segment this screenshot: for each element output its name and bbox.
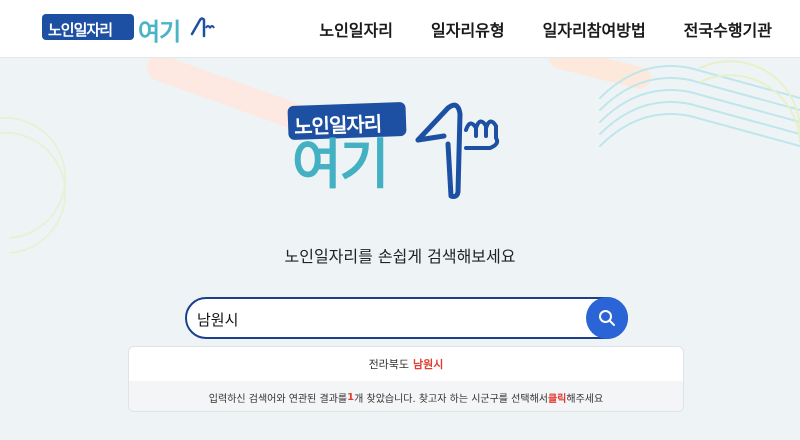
pointing-finger-icon <box>190 17 215 38</box>
search-bar <box>185 297 628 339</box>
logo-box: 노인일자리 <box>42 14 134 40</box>
header: 노인일자리 여기 노인일자리 일자리유형 일자리참여방법 전국수행기관 <box>0 0 800 58</box>
result-item[interactable]: 전라북도 남원시 <box>129 347 683 381</box>
result-city: 남원시 <box>413 358 444 371</box>
search-results: 전라북도 남원시 입력하신 검색어와 연관된 결과를 1 개 찾았습니다. 찾고… <box>128 346 684 412</box>
search-tagline: 노인일자리를 손쉽게 검색해보세요 <box>284 247 516 266</box>
nav-item-job-types[interactable]: 일자리유형 <box>431 17 505 41</box>
nav-item-senior-jobs[interactable]: 노인일자리 <box>319 17 393 41</box>
site-logo[interactable]: 노인일자리 여기 <box>42 12 217 46</box>
result-note: 입력하신 검색어와 연관된 결과를 1 개 찾았습니다. 찾고자 하는 시군구를… <box>129 381 683 411</box>
search-input[interactable] <box>197 307 577 331</box>
nav-item-agencies[interactable]: 전국수행기관 <box>684 17 772 41</box>
search-button[interactable] <box>586 297 628 339</box>
note-middle: 개 찾았습니다. 찾고자 하는 시군구를 선택해서 <box>354 393 548 405</box>
search-icon <box>599 310 615 326</box>
note-prefix: 입력하신 검색어와 연관된 결과를 <box>208 393 348 405</box>
result-region: 전라북도 <box>368 358 410 371</box>
pointing-finger-icon <box>415 102 500 199</box>
nav-item-how-to-join[interactable]: 일자리참여방법 <box>543 17 646 41</box>
note-suffix: 해주세요 <box>566 393 604 405</box>
logo-box-text: 노인일자리 <box>48 21 113 39</box>
main-nav: 노인일자리 일자리유형 일자리참여방법 전국수행기관 <box>319 0 772 58</box>
result-count: 1 <box>347 391 355 403</box>
hero-logo: 노인일자리 여기 <box>287 100 528 205</box>
logo-teal-text: 여기 <box>138 18 181 46</box>
note-click: 클릭 <box>547 393 567 405</box>
hero-logo-teal-text: 여기 <box>292 133 389 196</box>
